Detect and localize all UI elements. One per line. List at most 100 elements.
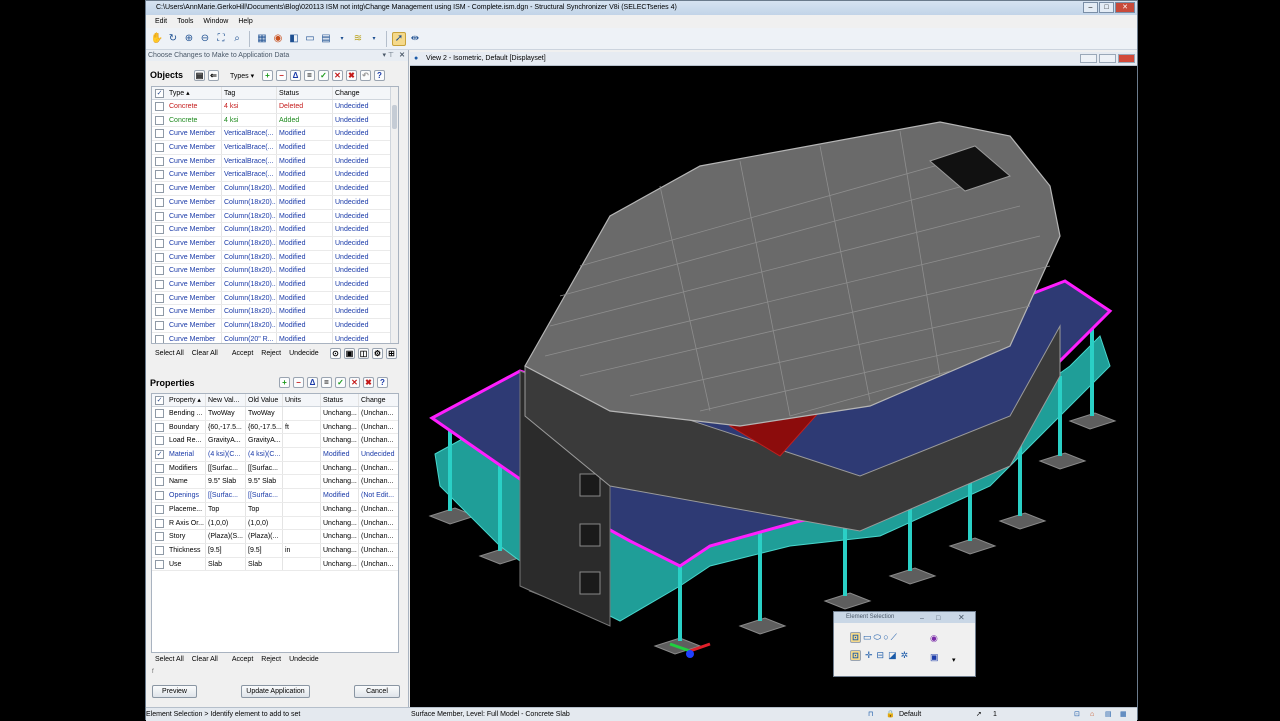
cell-change[interactable]: Undecided bbox=[333, 168, 388, 181]
select-all-link[interactable]: Select All bbox=[155, 350, 184, 357]
fit-view-icon[interactable]: ⛶ bbox=[214, 32, 228, 46]
equal-icon[interactable]: = bbox=[304, 70, 315, 81]
back-icon[interactable]: ⇐ bbox=[208, 70, 219, 81]
col-tag[interactable]: Tag bbox=[222, 87, 277, 99]
cell-change[interactable]: Undecided bbox=[333, 278, 388, 291]
cell-change[interactable]: (Unchan... bbox=[359, 544, 396, 557]
undecide-link[interactable]: Undecide bbox=[289, 656, 319, 663]
grid-icon[interactable]: ▦ bbox=[1120, 708, 1127, 721]
remove-icon[interactable]: − bbox=[293, 377, 304, 388]
cell-change[interactable]: Undecided bbox=[333, 196, 388, 209]
property-row[interactable]: ✓ Material (4 ksi)(C... (4 ksi)(C... Modifie… bbox=[152, 448, 398, 462]
row-checkbox[interactable] bbox=[155, 334, 164, 343]
row-checkbox[interactable] bbox=[155, 504, 164, 514]
help-icon[interactable]: ? bbox=[374, 70, 385, 81]
table-row[interactable]: Curve Member Column(18x20)... Modified Unde… bbox=[152, 209, 398, 224]
row-checkbox[interactable] bbox=[155, 477, 164, 487]
property-row[interactable]: Thickness [9.5] [9.5] in Unchang... (Unchan..… bbox=[152, 543, 398, 558]
row-checkbox[interactable] bbox=[155, 252, 164, 262]
col-change[interactable]: Change bbox=[359, 394, 396, 406]
clear-all-link[interactable]: Clear All bbox=[192, 350, 218, 357]
render-icon[interactable]: ◉ bbox=[271, 32, 285, 46]
row-checkbox[interactable] bbox=[155, 170, 164, 180]
row-checkbox[interactable] bbox=[155, 238, 164, 248]
subtract-selection-icon[interactable]: ⊟ bbox=[877, 650, 885, 661]
palette-close-icon[interactable]: ✕ bbox=[958, 612, 965, 623]
view-clip-icon[interactable]: ◧ bbox=[287, 32, 301, 46]
table-row[interactable]: Curve Member Column(18x20)... Modified Unde… bbox=[152, 264, 398, 278]
property-row[interactable]: Boundary {60,-17.5... {60,-17.5... ft Unchan… bbox=[152, 420, 398, 435]
table-row[interactable]: Concrete 4 ksi Added Undecided bbox=[152, 113, 398, 128]
row-checkbox[interactable] bbox=[155, 115, 164, 125]
select-all-link[interactable]: Select All bbox=[155, 656, 184, 663]
cell-change[interactable]: Undecided bbox=[333, 182, 388, 195]
types-dropdown[interactable]: Types ▾ bbox=[230, 72, 254, 80]
table-row[interactable]: Curve Member Column(18x20)... Modified Unde… bbox=[152, 291, 398, 306]
zoom-to-icon[interactable]: ⊙ bbox=[330, 348, 341, 359]
cell-change[interactable]: Undecided bbox=[333, 114, 388, 127]
table-row[interactable]: Curve Member VerticalBrace(... Modified Und… bbox=[152, 168, 398, 183]
selection-options-icon[interactable]: ▣ bbox=[930, 652, 939, 663]
cell-change[interactable]: Undecided bbox=[333, 264, 388, 277]
col-change[interactable]: Change bbox=[333, 87, 388, 99]
reject-all-icon[interactable]: ✖ bbox=[346, 70, 357, 81]
cell-change[interactable]: Undecided bbox=[359, 448, 396, 461]
col-status[interactable]: Status bbox=[321, 394, 359, 406]
table-row[interactable]: Curve Member Column(18x20)... Modified Unde… bbox=[152, 277, 398, 292]
zoom-out-icon[interactable]: ⊖ bbox=[198, 32, 212, 46]
individual-select-icon[interactable]: ⊡ bbox=[850, 632, 861, 643]
row-checkbox[interactable] bbox=[155, 129, 164, 139]
view-minimize-button[interactable] bbox=[1080, 54, 1097, 63]
reject-link[interactable]: Reject bbox=[261, 350, 281, 357]
dropdown-arrow-icon[interactable]: ▾ bbox=[335, 32, 349, 46]
undo-icon[interactable]: ↶ bbox=[360, 70, 371, 81]
expand-palette-icon[interactable]: ▾ bbox=[952, 656, 956, 664]
rotate-view-icon[interactable]: ↻ bbox=[166, 32, 180, 46]
row-checkbox[interactable] bbox=[155, 409, 164, 418]
preview-button[interactable]: Preview bbox=[152, 685, 197, 698]
menu-tools[interactable]: Tools bbox=[177, 15, 193, 28]
row-checkbox[interactable] bbox=[155, 266, 164, 276]
model-canvas[interactable] bbox=[410, 66, 1137, 707]
add-icon[interactable]: + bbox=[262, 70, 273, 81]
cell-change[interactable]: Undecided bbox=[333, 141, 388, 154]
property-row[interactable]: Story (Plaza)(S... (Plaza)(... Unchang... (U… bbox=[152, 530, 398, 544]
reject-link[interactable]: Reject bbox=[261, 656, 281, 663]
element-selection-icon[interactable]: ➚ bbox=[392, 31, 406, 46]
row-checkbox[interactable] bbox=[155, 518, 164, 528]
update-application-button[interactable]: Update Application bbox=[241, 685, 310, 698]
row-checkbox[interactable] bbox=[155, 279, 164, 289]
cell-change[interactable]: Undecided bbox=[333, 333, 388, 343]
cell-change[interactable]: (Unchan... bbox=[359, 517, 396, 530]
cell-change[interactable]: Undecided bbox=[333, 127, 388, 140]
cell-change[interactable]: Undecided bbox=[333, 210, 388, 223]
window-area-icon[interactable]: ⌕ bbox=[230, 32, 244, 46]
cell-change[interactable]: Undecided bbox=[333, 292, 388, 305]
table-row[interactable]: Curve Member VerticalBrace(... Modified Und… bbox=[152, 154, 398, 169]
select-all-checkbox[interactable]: ✓ bbox=[155, 89, 164, 98]
table-row[interactable]: Curve Member VerticalBrace(... Modified Und… bbox=[152, 141, 398, 155]
accept-link[interactable]: Accept bbox=[232, 656, 253, 663]
table-row[interactable]: Curve Member Column(18x20)... Modified Unde… bbox=[152, 319, 398, 333]
select-all-properties-checkbox[interactable]: ✓ bbox=[155, 396, 164, 405]
property-row[interactable]: R Axis Or... (1,0,0) (1,0,0) Unchang... (Unc… bbox=[152, 516, 398, 531]
accept-link[interactable]: Accept bbox=[232, 350, 253, 357]
undecide-link[interactable]: Undecide bbox=[289, 350, 319, 357]
new-selection-icon[interactable]: ⊡ bbox=[850, 650, 861, 661]
pin-icon[interactable]: ▾ ⊤ bbox=[382, 50, 394, 61]
cell-change[interactable]: Undecided bbox=[333, 155, 388, 168]
pan-icon[interactable]: ✋ bbox=[150, 32, 164, 46]
row-checkbox[interactable] bbox=[155, 463, 164, 473]
reject-icon[interactable]: ✕ bbox=[332, 70, 343, 81]
lock-icon[interactable]: ⊓ bbox=[868, 708, 873, 721]
reject-all-icon[interactable]: ✖ bbox=[363, 377, 374, 388]
cell-change[interactable]: (Unchan... bbox=[359, 421, 396, 434]
row-checkbox[interactable] bbox=[155, 436, 164, 446]
cell-change[interactable]: Undecided bbox=[333, 223, 388, 236]
col-status[interactable]: Status bbox=[277, 87, 333, 99]
maximize-button[interactable]: □ bbox=[1099, 2, 1114, 13]
remove-icon[interactable]: − bbox=[276, 70, 287, 81]
cell-change[interactable]: Undecided bbox=[333, 319, 388, 332]
view-display-icon[interactable]: ▦ bbox=[255, 32, 269, 46]
view-settings-icon[interactable]: ▤ bbox=[319, 32, 333, 46]
